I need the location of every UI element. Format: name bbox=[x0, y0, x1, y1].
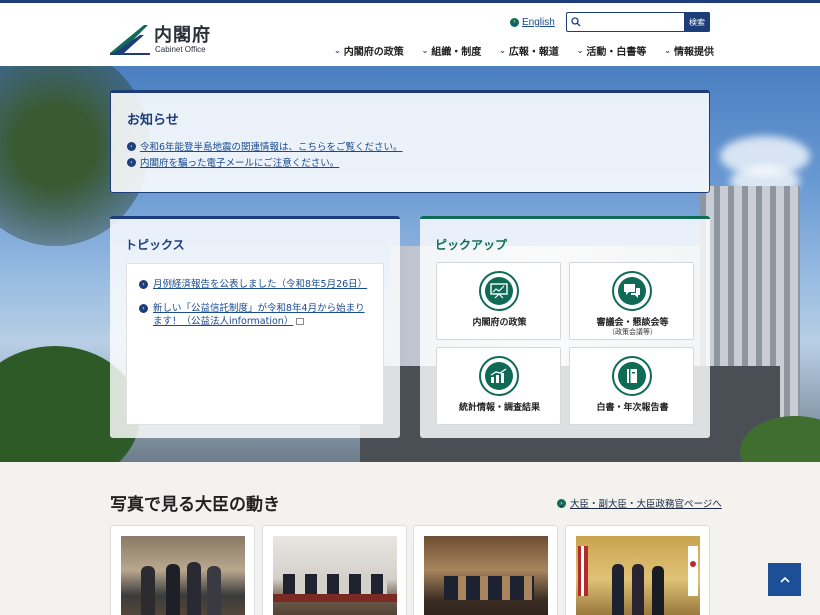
minister-photo bbox=[576, 536, 700, 615]
nav-item-label: 内閣府の政策 bbox=[343, 46, 404, 58]
main-nav: ⌄ 内閣府の政策 ⌄ 組織・制度 ⌄ 広報・報道 ⌄ 活動・白書等 ⌄ 情報提供 bbox=[334, 41, 714, 59]
presentation-icon bbox=[479, 271, 519, 311]
minister-section-title: 写真で見る大臣の動き bbox=[110, 495, 280, 515]
notice-title: お知らせ bbox=[127, 113, 179, 128]
pickup-card-statistics[interactable]: 統計情報・調査結果 bbox=[436, 347, 561, 425]
minister-photo bbox=[121, 536, 245, 615]
minister-photo bbox=[273, 536, 397, 615]
chevron-down-icon: ⌄ bbox=[421, 45, 429, 55]
nav-item-label: 活動・白書等 bbox=[586, 46, 647, 58]
nav-item-press[interactable]: ⌄ 広報・報道 bbox=[499, 41, 559, 59]
nav-item-organization[interactable]: ⌄ 組織・制度 bbox=[422, 41, 482, 59]
logo-title-en: Cabinet Office bbox=[155, 45, 206, 54]
site-header: 内閣府 Cabinet Office › English 検索 ⌄ 内閣府の政策 … bbox=[0, 3, 820, 66]
nav-item-label: 広報・報道 bbox=[508, 46, 559, 58]
topics-panel: トピックス › 月例経済報告を公表しました（令和8年5月26日） › 新しい「公… bbox=[110, 216, 400, 438]
pickup-card-councils[interactable]: 審議会・懇談会等 （政策会議等） bbox=[569, 262, 694, 340]
search-box: 検索 bbox=[566, 12, 710, 32]
chevron-down-icon: ⌄ bbox=[499, 45, 506, 55]
minister-photo-card[interactable] bbox=[110, 525, 255, 615]
logo-title-ja: 内閣府 bbox=[154, 25, 211, 46]
nav-item-information[interactable]: ⌄ 情報提供 bbox=[664, 41, 714, 59]
logo-mark-icon bbox=[110, 25, 150, 55]
chevron-down-icon: ⌄ bbox=[664, 45, 671, 55]
topic-link-label: 月例経済報告を公表しました（令和8年5月26日） bbox=[153, 279, 368, 290]
english-link-label: English bbox=[522, 17, 555, 28]
arrow-circle-icon: › bbox=[510, 18, 519, 27]
pickup-card-policies[interactable]: 内閣府の政策 bbox=[436, 262, 561, 340]
minister-photo-card[interactable] bbox=[413, 525, 558, 615]
chevron-up-icon bbox=[779, 576, 790, 583]
arrow-circle-icon: › bbox=[139, 280, 148, 289]
arrow-circle-icon: › bbox=[127, 157, 136, 167]
chevron-down-icon: ⌄ bbox=[576, 45, 584, 55]
nav-item-label: 情報提供 bbox=[673, 46, 714, 58]
pickup-card-sublabel: （政策会議等） bbox=[608, 328, 657, 336]
english-link[interactable]: › English bbox=[510, 17, 555, 28]
arrow-circle-icon: › bbox=[139, 304, 148, 313]
minister-photo-card[interactable] bbox=[262, 525, 407, 615]
notice-link-phishing-email[interactable]: › 内閣府を騙った電子メールにご注意ください。 bbox=[127, 155, 339, 169]
search-input[interactable] bbox=[583, 15, 683, 30]
minister-page-link[interactable]: › 大臣・副大臣・大臣政務官ページへ bbox=[557, 496, 722, 510]
arrow-circle-icon: › bbox=[127, 141, 136, 151]
topic-link-public-trust[interactable]: › 新しい「公益信託制度」が令和8年4月から始まります！（公益法人informa… bbox=[139, 302, 367, 328]
nav-item-policies[interactable]: ⌄ 内閣府の政策 bbox=[334, 41, 404, 59]
chat-icon bbox=[612, 271, 652, 311]
minister-photo-card[interactable] bbox=[565, 525, 710, 615]
pickup-card-label: 白書・年次報告書 bbox=[596, 403, 669, 413]
back-to-top-button[interactable] bbox=[768, 563, 801, 596]
pickup-panel: ピックアップ 内閣府の政策 審議会・懇談会等 （政策会議等） 統計情報・調査結果… bbox=[420, 216, 710, 438]
search-button[interactable]: 検索 bbox=[684, 12, 710, 32]
topic-link-label: 新しい「公益信託制度」が令和8年4月から始まります！（公益法人informati… bbox=[153, 303, 365, 327]
minister-photo bbox=[424, 536, 548, 615]
nav-item-label: 組織・制度 bbox=[431, 46, 482, 58]
notice-link-noto-earthquake[interactable]: › 令和6年能登半島地震の関連情報は、こちらをご覧ください。 bbox=[127, 139, 403, 153]
notice-panel: お知らせ › 令和6年能登半島地震の関連情報は、こちらをご覧ください。 › 内閣… bbox=[110, 90, 710, 193]
topic-link-monthly-economic-report[interactable]: › 月例経済報告を公表しました（令和8年5月26日） bbox=[139, 278, 367, 291]
pickup-title: ピックアップ bbox=[435, 238, 508, 252]
chevron-down-icon: ⌄ bbox=[334, 45, 341, 55]
pickup-card-label: 統計情報・調査結果 bbox=[458, 403, 540, 413]
notice-link-label: 令和6年能登半島地震の関連情報は、こちらをご覧ください。 bbox=[140, 142, 403, 153]
book-icon bbox=[612, 356, 652, 396]
topics-title: トピックス bbox=[125, 238, 185, 252]
pickup-card-white-papers[interactable]: 白書・年次報告書 bbox=[569, 347, 694, 425]
cabinet-office-logo[interactable]: 内閣府 Cabinet Office bbox=[110, 21, 230, 57]
external-link-icon bbox=[296, 318, 305, 325]
notice-link-label: 内閣府を騙った電子メールにご注意ください。 bbox=[140, 158, 340, 169]
pickup-card-label: 内閣府の政策 bbox=[472, 318, 527, 328]
bar-chart-icon bbox=[479, 356, 519, 396]
search-icon bbox=[571, 17, 581, 27]
nav-item-activities[interactable]: ⌄ 活動・白書等 bbox=[577, 41, 647, 59]
topics-list: › 月例経済報告を公表しました（令和8年5月26日） › 新しい「公益信託制度」… bbox=[126, 263, 384, 425]
minister-page-link-label: 大臣・副大臣・大臣政務官ページへ bbox=[570, 499, 722, 510]
arrow-circle-icon: › bbox=[557, 498, 566, 508]
